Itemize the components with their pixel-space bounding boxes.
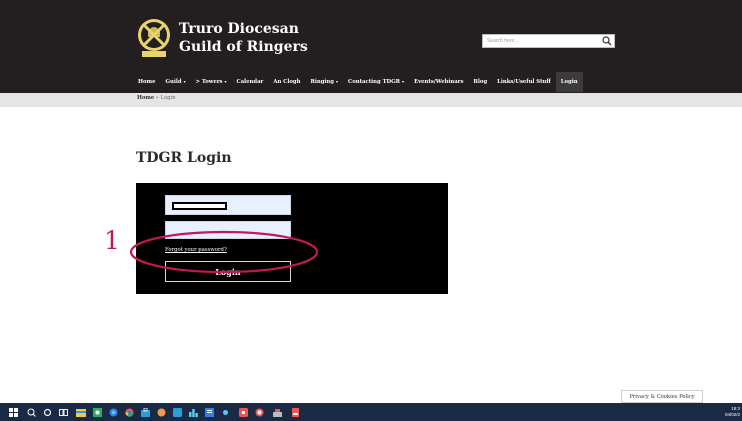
password-field[interactable] — [166, 228, 290, 244]
nav-item-label: Calendar — [236, 79, 264, 85]
nav-item-label: Events/Webinars — [414, 79, 464, 85]
nav-item-towers[interactable]: > Towers ▾ — [191, 72, 232, 92]
nav-item-links[interactable]: Links/Useful Stuff — [492, 72, 556, 92]
site-header: Truro Diocesan Guild of Ringers Home Gui… — [0, 0, 742, 93]
login-form: Forgot your password? Login — [136, 183, 448, 294]
app-orange-icon[interactable] — [156, 407, 166, 417]
nav-item-label: > Towers — [195, 79, 223, 85]
app-pdf-icon[interactable] — [290, 407, 300, 417]
cortana-icon[interactable] — [42, 407, 52, 417]
nav-item-label: Login — [560, 79, 578, 85]
breadcrumb-home-link[interactable]: Home — [137, 95, 154, 101]
nav-item-ringing[interactable]: Ringing ▾ — [305, 72, 343, 92]
search-icon[interactable] — [26, 407, 36, 417]
nav-item-events[interactable]: Events/Webinars — [409, 72, 468, 92]
nav-item-blog[interactable]: Blog — [468, 72, 492, 92]
edge-browser-icon[interactable] — [108, 407, 118, 417]
search-box — [482, 34, 615, 48]
page-title: TDGR Login — [136, 150, 232, 166]
username-field[interactable] — [165, 195, 291, 215]
nav-item-an-clogh[interactable]: An Clogh — [268, 72, 305, 92]
site-logo[interactable]: Truro Diocesan Guild of Ringers — [136, 17, 308, 61]
app-red-icon[interactable] — [238, 407, 248, 417]
app-dot-icon[interactable] — [220, 407, 230, 417]
nav-item-login[interactable]: Login — [555, 72, 583, 92]
nav-item-label: Guild — [165, 79, 182, 85]
forgot-password-link[interactable]: Forgot your password? — [165, 247, 227, 253]
nav-item-label: Ringing — [310, 79, 334, 85]
annotation-number: 1 — [104, 226, 120, 255]
photos-app-icon[interactable] — [92, 407, 102, 417]
site-name-line1: Truro Diocesan — [179, 21, 299, 37]
task-view-icon[interactable] — [58, 407, 68, 417]
nav-item-home[interactable]: Home — [133, 72, 161, 92]
windows-start-icon[interactable] — [8, 407, 18, 417]
app-shield-icon[interactable] — [254, 407, 264, 417]
caret-down-icon: ▾ — [183, 79, 186, 84]
breadcrumb-bar: Home » Login — [0, 93, 742, 107]
privacy-cookies-button[interactable]: Privacy & Cookies Policy — [621, 390, 703, 403]
app-chart-icon[interactable] — [188, 407, 198, 417]
nav-item-contacting[interactable]: Contacting TDGR ▾ — [343, 72, 409, 92]
app-blue-icon[interactable] — [172, 407, 182, 417]
word-app-icon[interactable] — [204, 407, 214, 417]
nav-item-label: Blog — [473, 79, 488, 85]
bells-logo-icon — [138, 19, 170, 57]
store-app-icon[interactable] — [140, 407, 150, 417]
nav-item-label: Links/Useful Stuff — [497, 79, 551, 85]
chrome-browser-icon[interactable] — [124, 407, 134, 417]
site-name-line2: Guild of Ringers — [179, 39, 308, 55]
nav-item-label: Home — [138, 79, 156, 85]
search-icon[interactable] — [602, 36, 612, 46]
breadcrumb-current: Login — [160, 95, 176, 101]
caret-down-icon: ▾ — [402, 79, 405, 84]
nav-item-guild[interactable]: Guild ▾ — [161, 72, 191, 92]
nav-item-label: Contacting TDGR — [348, 79, 401, 85]
taskbar-clock[interactable]: 18:3 04/02/2 — [725, 406, 740, 418]
os-taskbar: 18:3 04/02/2 — [0, 403, 742, 421]
caret-down-icon: ▾ — [336, 79, 339, 84]
file-explorer-icon[interactable] — [76, 407, 86, 417]
search-input[interactable] — [483, 35, 601, 47]
login-button[interactable]: Login — [165, 261, 291, 282]
caret-down-icon: ▾ — [224, 79, 227, 84]
main-nav: Home Guild ▾ > Towers ▾ Calendar An Clogh … — [133, 72, 583, 92]
app-tools-icon[interactable] — [272, 407, 282, 417]
nav-item-label: An Clogh — [273, 79, 301, 85]
breadcrumb: Home » Login — [137, 95, 176, 101]
clock-date: 04/02/2 — [724, 412, 740, 417]
password-field-wrap — [165, 221, 291, 244]
redaction-box — [172, 202, 227, 210]
nav-item-calendar[interactable]: Calendar — [232, 72, 269, 92]
